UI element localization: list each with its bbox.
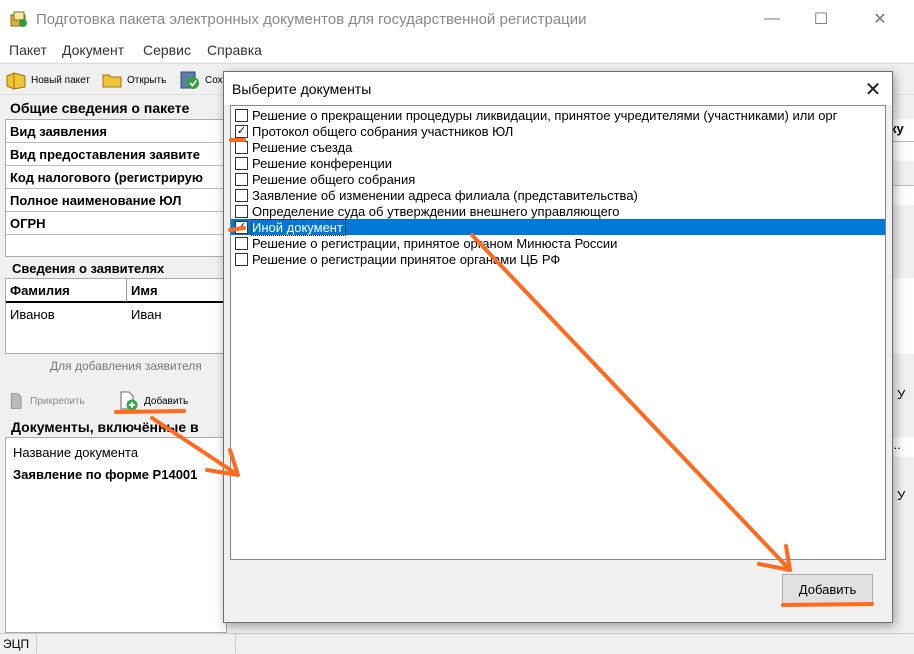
- checklist-item[interactable]: Решение съезда: [231, 139, 885, 155]
- attach-file-icon: [10, 393, 22, 409]
- dialog-add-button[interactable]: Добавить: [782, 574, 873, 604]
- checklist-item-label: Иной документ: [251, 218, 346, 236]
- choose-documents-dialog: Выберите документы ✕ Решение о прекращен…: [223, 71, 893, 623]
- checkbox[interactable]: [235, 172, 248, 186]
- documents-heading: Документы, включённые в: [11, 419, 226, 435]
- attach-button[interactable]: Прикрепить: [8, 390, 85, 412]
- status-field-1: [36, 634, 236, 653]
- save-check-icon: [180, 71, 199, 89]
- attach-bar: Прикрепить Добавить: [5, 384, 227, 416]
- general-heading: Общие сведения о пакете: [10, 100, 226, 116]
- app-icon: [10, 11, 27, 27]
- checklist-item-label: Решение о прекращении процедуры ликвидац…: [252, 107, 838, 123]
- applicants-hint: Для добавления заявителя: [50, 359, 202, 373]
- maximize-button[interactable]: ☐: [798, 0, 844, 38]
- applicant-name[interactable]: Иван: [127, 304, 162, 326]
- checklist-item-label: Заявление об изменении адреса филиала (п…: [252, 187, 638, 203]
- checklist-item-label: Решение общего собрания: [252, 171, 416, 187]
- new-package-icon: [6, 72, 26, 90]
- new-package-label: Новый пакет: [31, 74, 90, 86]
- add-document-icon: [120, 391, 138, 411]
- documents-grid: Название документа Заявление по форме Р1…: [5, 437, 227, 633]
- menu-help[interactable]: Справка: [207, 42, 262, 58]
- checklist-item-label: Решение съезда: [252, 139, 353, 155]
- menu-package[interactable]: Пакет: [9, 42, 47, 58]
- window-title: Подготовка пакета электронных документов…: [36, 11, 587, 28]
- checklist-item[interactable]: ✓ Иной документ: [231, 218, 885, 236]
- open-folder-icon: [102, 74, 122, 88]
- checklist-item[interactable]: ✓ Протокол общего собрания участников ЮЛ: [231, 123, 885, 139]
- checkbox[interactable]: [235, 252, 248, 266]
- form-row-tax-code[interactable]: Код налогового (регистрирую: [6, 166, 228, 189]
- checklist-item-label: Определение суда об утверждении внешнего…: [252, 203, 620, 219]
- minimize-button[interactable]: —: [749, 0, 795, 38]
- attach-label: Прикрепить: [30, 395, 85, 407]
- open-label: Открыть: [127, 74, 167, 86]
- checkbox[interactable]: [235, 140, 248, 154]
- checkbox[interactable]: [235, 188, 248, 202]
- new-package-button[interactable]: Новый пакет: [5, 69, 90, 91]
- column-surname[interactable]: Фамилия: [6, 279, 127, 303]
- general-form: Вид заявления Вид предоставления заявите…: [5, 119, 228, 257]
- add-document-label: Добавить: [144, 395, 189, 407]
- checklist-item[interactable]: Решение о прекращении процедуры ликвидац…: [231, 107, 885, 123]
- applicant-surname[interactable]: Иванов: [6, 304, 55, 326]
- checklist-item[interactable]: Решение конференции: [231, 155, 885, 171]
- status-bar: ЭЦП: [0, 633, 914, 654]
- checklist-item[interactable]: Решение о регистрации принятое органами …: [231, 251, 885, 267]
- checklist-item-label: Решение о регистрации принятое органами …: [252, 251, 561, 267]
- checkbox[interactable]: [235, 108, 248, 122]
- checkbox[interactable]: [235, 156, 248, 170]
- title-bar: Подготовка пакета электронных документов…: [0, 0, 914, 38]
- column-name[interactable]: Имя: [127, 279, 226, 303]
- form-row-full-name[interactable]: Полное наименование ЮЛ: [6, 189, 228, 212]
- applicants-grid: Фамилия Имя Иванов Иван: [5, 278, 227, 354]
- menu-service[interactable]: Сервис: [143, 42, 191, 58]
- documents-checklist: Решение о прекращении процедуры ликвидац…: [230, 105, 886, 560]
- menu-document[interactable]: Документ: [62, 42, 124, 58]
- signature-status: ЭЦП: [3, 637, 30, 651]
- checklist-item-label: Решение о регистрации, принятое органом …: [252, 235, 618, 251]
- checkbox-checked[interactable]: ✓: [235, 124, 248, 138]
- document-row[interactable]: Заявление по форме Р14001: [13, 467, 197, 482]
- dialog-close-button[interactable]: ✕: [860, 76, 886, 102]
- menu-bar: Пакет Документ Сервис Справка: [0, 38, 914, 62]
- checklist-item[interactable]: Определение суда об утверждении внешнего…: [231, 203, 885, 219]
- checklist-item[interactable]: Заявление об изменении адреса филиала (п…: [231, 187, 885, 203]
- checklist-item[interactable]: Решение о регистрации, принятое органом …: [231, 235, 885, 251]
- checkbox[interactable]: [235, 204, 248, 218]
- form-row-ogrn[interactable]: ОГРН: [6, 212, 228, 235]
- save-button[interactable]: Сохр: [179, 69, 228, 91]
- close-button[interactable]: ✕: [857, 0, 903, 38]
- add-document-button[interactable]: Добавить: [118, 390, 188, 412]
- checkbox-checked[interactable]: ✓: [235, 220, 248, 234]
- checklist-item-label: Протокол общего собрания участников ЮЛ: [252, 123, 514, 139]
- form-row-submission-type[interactable]: Вид предоставления заявите: [6, 143, 228, 166]
- applicants-heading: Сведения о заявителях: [12, 261, 226, 276]
- form-row-application-type[interactable]: Вид заявления: [6, 120, 228, 143]
- checklist-item-label: Решение конференции: [252, 155, 393, 171]
- checklist-item[interactable]: Решение общего собрания: [231, 171, 885, 187]
- open-button[interactable]: Открыть: [101, 69, 166, 91]
- documents-column-title[interactable]: Название документа: [13, 445, 138, 460]
- dialog-title-bar: Выберите документы ✕: [224, 72, 892, 105]
- checkbox[interactable]: [235, 236, 248, 250]
- dialog-title: Выберите документы: [232, 81, 372, 97]
